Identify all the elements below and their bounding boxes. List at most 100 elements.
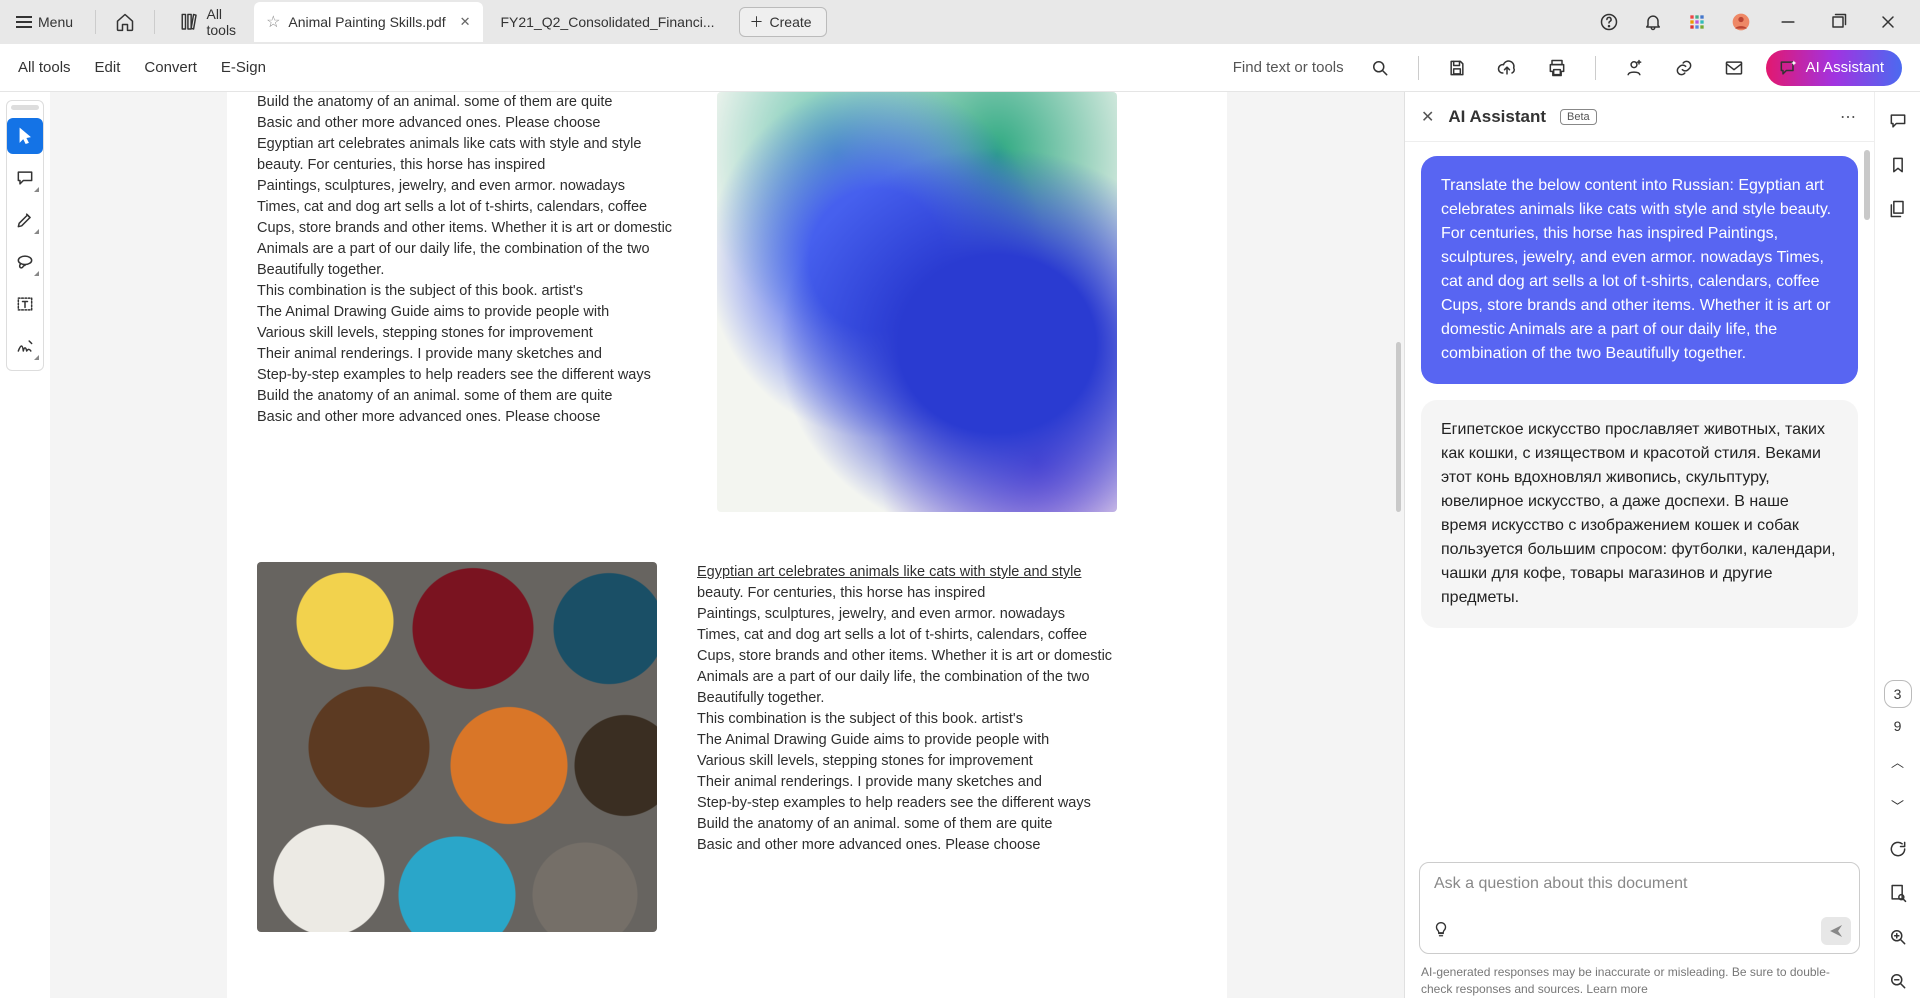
send-button[interactable] — [1821, 917, 1851, 945]
left-tool-rail — [0, 92, 50, 998]
upload-button[interactable] — [1489, 50, 1525, 86]
text-tool[interactable] — [7, 286, 43, 322]
all-tools-button[interactable]: All tools — [167, 0, 248, 44]
ai-assistant-message: Египетское искусство прославляет животны… — [1421, 400, 1858, 628]
zoom-out[interactable] — [1881, 964, 1915, 998]
profile-button[interactable] — [1724, 5, 1758, 39]
notifications-button[interactable] — [1636, 5, 1670, 39]
print-button[interactable] — [1539, 50, 1575, 86]
save-button[interactable] — [1439, 50, 1475, 86]
ai-input[interactable]: Ask a question about this document — [1419, 862, 1860, 954]
doc-text-block-1: Build the anatomy of an animal. some of … — [257, 92, 677, 428]
bookmark-icon — [1888, 155, 1908, 175]
toolbar: All tools Edit Convert E-Sign Find text … — [0, 44, 1920, 92]
tab-inactive[interactable]: FY21_Q2_Consolidated_Financi... — [489, 2, 727, 42]
comment-tool[interactable] — [7, 160, 43, 196]
draw-tool[interactable] — [7, 244, 43, 280]
zoom-in-icon — [1888, 927, 1908, 947]
zoom-out-icon — [1888, 971, 1908, 991]
total-pages: 9 — [1894, 718, 1902, 734]
ai-button-label: AI Assistant — [1806, 59, 1884, 76]
ai-user-message: Translate the below content into Russian… — [1421, 156, 1858, 384]
document-viewport[interactable]: Build the anatomy of an animal. some of … — [50, 92, 1404, 998]
help-icon — [1599, 12, 1619, 32]
doc-text-block-2: Egyptian art celebrates animals like cat… — [697, 562, 1157, 932]
toolbar-esign[interactable]: E-Sign — [221, 59, 266, 76]
tab-close-icon[interactable]: ✕ — [460, 14, 471, 30]
rotate-icon — [1888, 839, 1908, 859]
ai-title: AI Assistant — [1448, 107, 1546, 127]
ai-assistant-button[interactable]: AI Assistant — [1766, 50, 1902, 86]
ai-assistant-panel: ✕ AI Assistant Beta ⋯ Translate the belo… — [1404, 92, 1874, 998]
current-page-badge[interactable]: 3 — [1884, 680, 1912, 708]
save-icon — [1447, 58, 1467, 78]
right-rail: 3 9 ︿ ﹀ — [1874, 92, 1920, 998]
tab-active[interactable]: ☆ Animal Painting Skills.pdf ✕ — [254, 2, 482, 42]
share-button[interactable] — [1616, 50, 1652, 86]
rail-ocr[interactable] — [1881, 876, 1915, 910]
close-icon — [1878, 12, 1898, 32]
scrollbar-thumb[interactable] — [1396, 342, 1401, 512]
beta-badge: Beta — [1560, 109, 1597, 125]
tools-icon — [179, 12, 198, 31]
mail-icon — [1724, 58, 1744, 78]
ai-more-button[interactable]: ⋯ — [1840, 107, 1858, 127]
ai-disclaimer: AI-generated responses may be inaccurate… — [1405, 958, 1874, 998]
suggestions-button[interactable] — [1432, 920, 1450, 943]
share-people-icon — [1624, 58, 1644, 78]
hamburger-icon — [16, 16, 32, 28]
apps-button[interactable] — [1680, 5, 1714, 39]
chevron-down-icon: ﹀ — [1891, 796, 1904, 815]
maximize-icon — [1828, 12, 1848, 32]
search-icon — [1370, 58, 1390, 78]
all-tools-label: All tools — [206, 6, 236, 38]
palette-grip[interactable] — [11, 105, 39, 110]
search-button[interactable] — [1362, 50, 1398, 86]
star-icon[interactable]: ☆ — [266, 12, 280, 32]
toolbar-edit[interactable]: Edit — [95, 59, 121, 76]
rail-comments[interactable] — [1881, 104, 1915, 138]
pages-icon — [1888, 199, 1908, 219]
bulb-icon — [1432, 920, 1450, 938]
lasso-icon — [15, 252, 35, 272]
rail-pages[interactable] — [1881, 192, 1915, 226]
highlighter-icon — [15, 210, 35, 230]
select-tool[interactable] — [7, 118, 43, 154]
ai-scrollbar-thumb[interactable] — [1864, 150, 1870, 220]
create-button[interactable]: ＋ Create — [739, 7, 827, 37]
chevron-up-icon: ︿ — [1891, 752, 1904, 771]
find-label[interactable]: Find text or tools — [1233, 59, 1344, 76]
signature-icon — [15, 336, 35, 356]
toolbar-all-tools[interactable]: All tools — [18, 59, 71, 76]
ai-close-button[interactable]: ✕ — [1421, 107, 1434, 127]
highlight-tool[interactable] — [7, 202, 43, 238]
window-minimize[interactable] — [1768, 5, 1808, 39]
comments-icon — [1888, 111, 1908, 131]
menu-button[interactable]: Menu — [6, 8, 83, 36]
rail-bookmarks[interactable] — [1881, 148, 1915, 182]
window-maximize[interactable] — [1818, 5, 1858, 39]
email-button[interactable] — [1716, 50, 1752, 86]
print-icon — [1547, 58, 1567, 78]
toolbar-convert[interactable]: Convert — [144, 59, 197, 76]
plus-icon: ＋ — [750, 12, 764, 32]
titlebar: Menu All tools ☆ Animal Painting Skills.… — [0, 0, 1920, 44]
link-icon — [1674, 58, 1694, 78]
sparkle-chat-icon — [1778, 58, 1798, 78]
ai-conversation[interactable]: Translate the below content into Russian… — [1405, 142, 1874, 854]
page-down[interactable]: ﹀ — [1881, 788, 1915, 822]
zoom-in[interactable] — [1881, 920, 1915, 954]
page-up[interactable]: ︿ — [1881, 744, 1915, 778]
sign-tool[interactable] — [7, 328, 43, 364]
help-button[interactable] — [1592, 5, 1626, 39]
cloud-upload-icon — [1497, 58, 1517, 78]
ai-input-placeholder: Ask a question about this document — [1434, 875, 1688, 892]
rail-rotate[interactable] — [1881, 832, 1915, 866]
minimize-icon — [1778, 12, 1798, 32]
window-close[interactable] — [1868, 5, 1908, 39]
link-button[interactable] — [1666, 50, 1702, 86]
bell-icon — [1643, 12, 1663, 32]
home-icon — [115, 12, 135, 32]
tab-label: Animal Painting Skills.pdf — [288, 14, 445, 30]
home-button[interactable] — [108, 5, 142, 39]
